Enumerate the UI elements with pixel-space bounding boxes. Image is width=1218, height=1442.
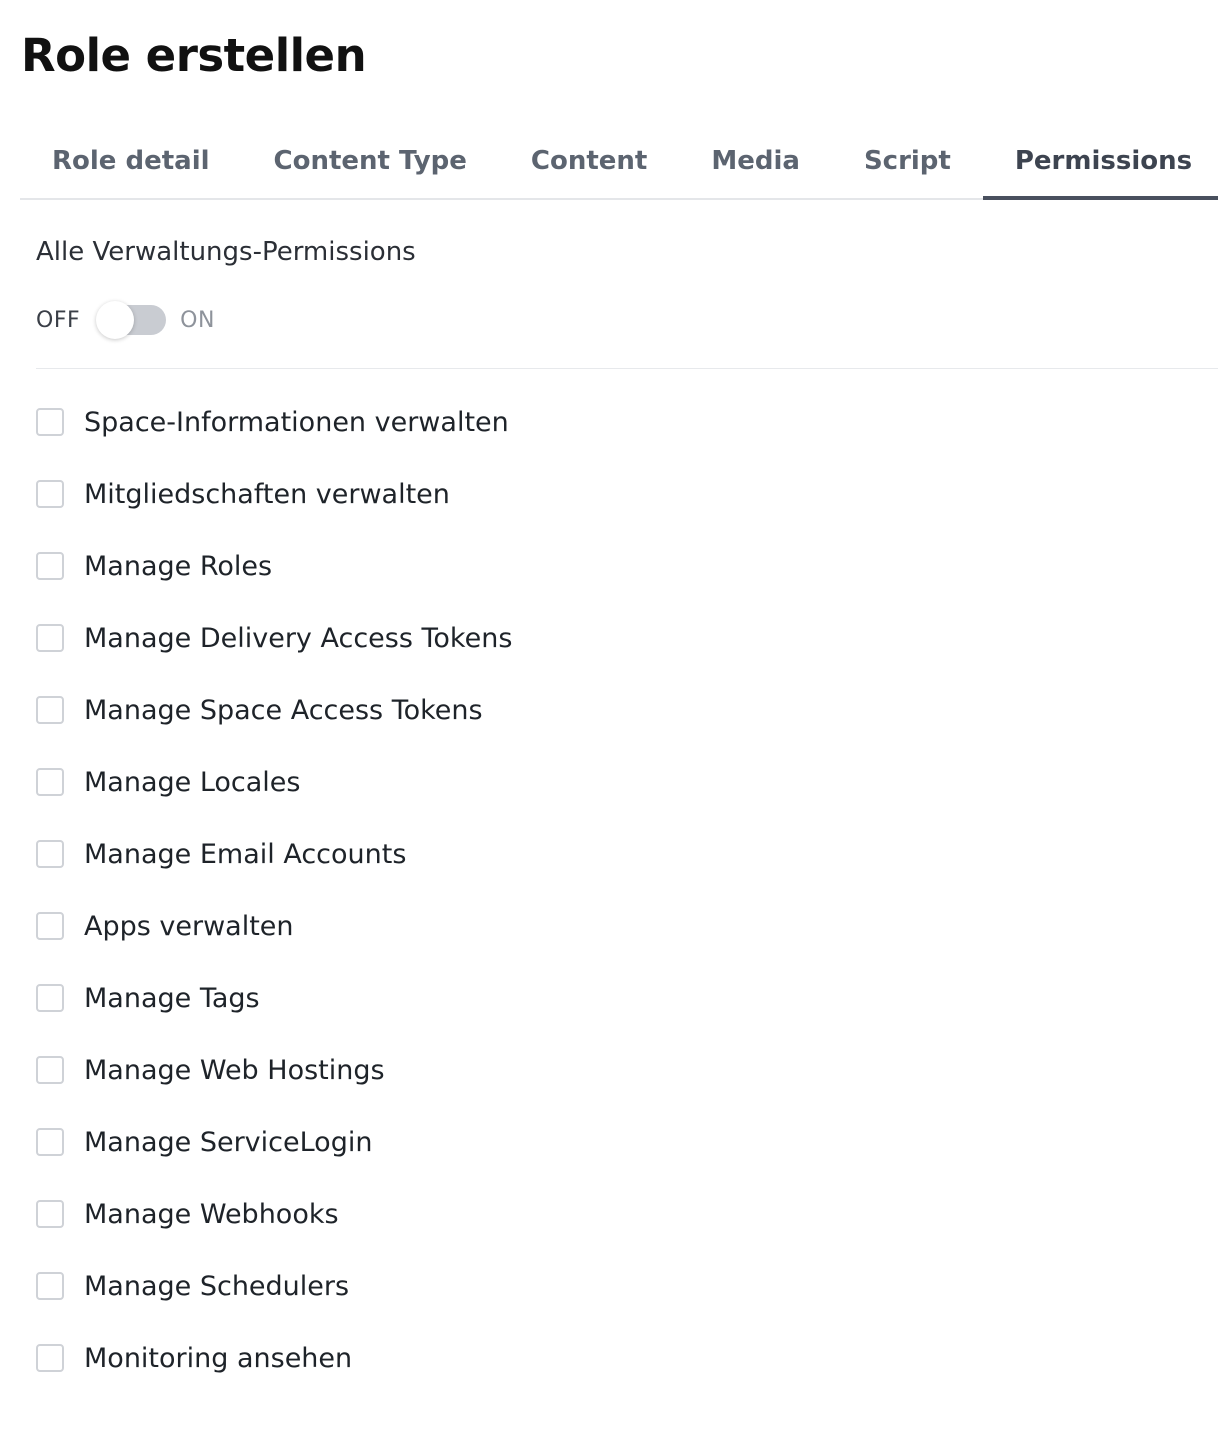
permission-item-manage-roles[interactable]: Manage Roles bbox=[36, 530, 512, 602]
tab-bar: Role detail Content Type Content Media S… bbox=[20, 124, 1218, 200]
permission-label: Monitoring ansehen bbox=[84, 1342, 353, 1374]
permission-item-space-info[interactable]: Space-Informationen verwalten bbox=[36, 386, 512, 458]
permission-item-schedulers[interactable]: Manage Schedulers bbox=[36, 1250, 512, 1322]
tab-role-detail[interactable]: Role detail bbox=[20, 124, 242, 198]
checkbox[interactable] bbox=[36, 912, 64, 940]
checkbox[interactable] bbox=[36, 408, 64, 436]
checkbox[interactable] bbox=[36, 1272, 64, 1300]
permission-item-space-tokens[interactable]: Manage Space Access Tokens bbox=[36, 674, 512, 746]
permission-label: Mitgliedschaften verwalten bbox=[84, 478, 450, 510]
tab-permissions[interactable]: Permissions bbox=[982, 124, 1218, 200]
checkbox[interactable] bbox=[36, 984, 64, 1012]
page-title: Role erstellen bbox=[21, 29, 367, 82]
permission-item-delivery-tokens[interactable]: Manage Delivery Access Tokens bbox=[36, 602, 512, 674]
all-permissions-switch[interactable] bbox=[96, 300, 167, 340]
permission-item-apps[interactable]: Apps verwalten bbox=[36, 890, 512, 962]
permission-label: Manage Space Access Tokens bbox=[84, 694, 483, 726]
permission-label: Manage Webhooks bbox=[84, 1198, 339, 1230]
permission-item-web-hostings[interactable]: Manage Web Hostings bbox=[36, 1034, 512, 1106]
permission-item-service-login[interactable]: Manage ServiceLogin bbox=[36, 1106, 512, 1178]
permission-label: Apps verwalten bbox=[84, 910, 294, 942]
permission-label: Manage Locales bbox=[84, 766, 301, 798]
checkbox[interactable] bbox=[36, 1056, 64, 1084]
tab-script[interactable]: Script bbox=[832, 124, 983, 198]
toggle-off-label: OFF bbox=[36, 307, 81, 333]
section-divider bbox=[36, 368, 1218, 369]
checkbox[interactable] bbox=[36, 840, 64, 868]
switch-knob bbox=[96, 301, 135, 339]
checkbox[interactable] bbox=[36, 696, 64, 724]
checkbox[interactable] bbox=[36, 768, 64, 796]
permission-label: Space-Informationen verwalten bbox=[84, 406, 509, 438]
permission-item-email-accounts[interactable]: Manage Email Accounts bbox=[36, 818, 512, 890]
checkbox[interactable] bbox=[36, 1128, 64, 1156]
permission-item-monitoring[interactable]: Monitoring ansehen bbox=[36, 1322, 512, 1394]
permission-item-locales[interactable]: Manage Locales bbox=[36, 746, 512, 818]
tab-media[interactable]: Media bbox=[679, 124, 832, 198]
checkbox[interactable] bbox=[36, 1344, 64, 1372]
role-create-page: Role erstellen Role detail Content Type … bbox=[0, 0, 1218, 1442]
permission-list: Space-Informationen verwalten Mitgliedsc… bbox=[36, 386, 512, 1394]
checkbox[interactable] bbox=[36, 624, 64, 652]
permission-item-tags[interactable]: Manage Tags bbox=[36, 962, 512, 1034]
toggle-on-label: ON bbox=[180, 307, 215, 333]
all-permissions-label: Alle Verwaltungs-Permissions bbox=[36, 237, 416, 267]
permission-label: Manage Web Hostings bbox=[84, 1054, 385, 1086]
permission-label: Manage ServiceLogin bbox=[84, 1126, 373, 1158]
checkbox[interactable] bbox=[36, 552, 64, 580]
permission-label: Manage Email Accounts bbox=[84, 838, 407, 870]
checkbox[interactable] bbox=[36, 480, 64, 508]
permission-item-memberships[interactable]: Mitgliedschaften verwalten bbox=[36, 458, 512, 530]
permission-label: Manage Delivery Access Tokens bbox=[84, 622, 513, 654]
permission-label: Manage Tags bbox=[84, 982, 260, 1014]
tab-content[interactable]: Content bbox=[499, 124, 679, 198]
checkbox[interactable] bbox=[36, 1200, 64, 1228]
permission-label: Manage Schedulers bbox=[84, 1270, 350, 1302]
permission-item-webhooks[interactable]: Manage Webhooks bbox=[36, 1178, 512, 1250]
all-permissions-toggle-row: OFF ON bbox=[36, 300, 215, 340]
permission-label: Manage Roles bbox=[84, 550, 273, 582]
tab-content-type[interactable]: Content Type bbox=[242, 124, 499, 198]
